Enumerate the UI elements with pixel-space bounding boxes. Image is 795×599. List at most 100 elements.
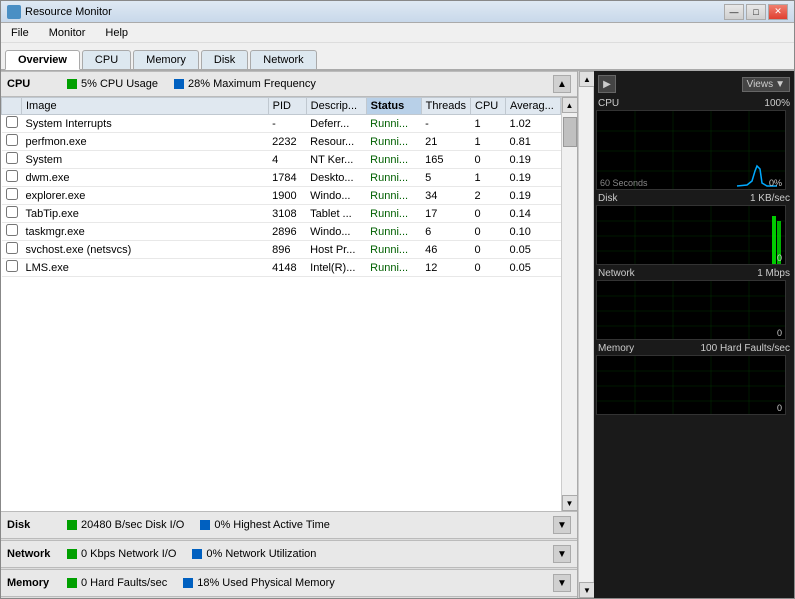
network-stat2-dot — [192, 549, 202, 559]
disk-stat1: 20480 B/sec Disk I/O — [67, 519, 184, 531]
network-expand-button[interactable]: ▼ — [553, 545, 571, 563]
disk-stat1-text: 20480 B/sec Disk I/O — [81, 519, 184, 531]
network-graph-grid — [597, 281, 786, 340]
memory-stat1-dot — [67, 578, 77, 588]
memory-stat1: 0 Hard Faults/sec — [67, 577, 167, 589]
row-checkbox[interactable] — [6, 134, 18, 146]
tab-overview[interactable]: Overview — [5, 50, 80, 70]
cpu-section-title: CPU — [7, 78, 67, 90]
tab-cpu[interactable]: CPU — [82, 50, 131, 69]
memory-stat2-text: 18% Used Physical Memory — [197, 577, 335, 589]
memory-stat1-text: 0 Hard Faults/sec — [81, 577, 167, 589]
tab-disk[interactable]: Disk — [201, 50, 248, 69]
col-pid[interactable]: PID — [268, 98, 306, 115]
disk-graph-grid — [597, 206, 786, 265]
cpu-expand-button[interactable]: ▲ — [553, 75, 571, 93]
cpu-stat1-dot — [67, 79, 77, 89]
tab-memory[interactable]: Memory — [133, 50, 199, 69]
window-title: Resource Monitor — [25, 6, 112, 18]
memory-section-header[interactable]: Memory 0 Hard Faults/sec 18% Used Physic… — [1, 569, 577, 597]
row-checkbox[interactable] — [6, 152, 18, 164]
row-checkbox[interactable] — [6, 116, 18, 128]
col-image[interactable]: Image — [22, 98, 269, 115]
title-bar-left: Resource Monitor — [7, 5, 112, 19]
menubar: File Monitor Help — [1, 23, 794, 43]
scroll-up[interactable]: ▲ — [562, 97, 578, 113]
minimize-button[interactable]: — — [724, 4, 744, 20]
row-checkbox[interactable] — [6, 260, 18, 272]
memory-graph-grid — [597, 356, 786, 415]
cpu-stat2-dot — [174, 79, 184, 89]
network-graph-bottom: 0 — [777, 328, 782, 338]
disk-section-header[interactable]: Disk 20480 B/sec Disk I/O 0% Highest Act… — [1, 511, 577, 539]
cpu-graph-bottom: 0% — [769, 178, 782, 188]
main-scrollbar: ▲ ▼ — [578, 71, 594, 598]
disk-title: Disk — [7, 519, 67, 531]
title-bar: Resource Monitor — □ ✕ — [1, 1, 794, 23]
network-graph-header: Network 1 Mbps — [596, 267, 792, 280]
disk-stat2-dot — [200, 520, 210, 530]
disk-graph-value: 1 KB/sec — [750, 193, 790, 204]
network-graph-label: Network — [598, 268, 635, 279]
cpu-section-header[interactable]: CPU 5% CPU Usage 28% Maximum Frequency ▲ — [1, 71, 577, 97]
scroll-thumb[interactable] — [563, 117, 577, 147]
menu-help[interactable]: Help — [99, 25, 134, 41]
memory-expand-button[interactable]: ▼ — [553, 574, 571, 592]
menu-monitor[interactable]: Monitor — [43, 25, 92, 41]
close-button[interactable]: ✕ — [768, 4, 788, 20]
network-stat1-text: 0 Kbps Network I/O — [81, 548, 176, 560]
cpu-table-wrapper: Image PID Descrip... Status Threads CPU … — [1, 97, 577, 511]
col-check[interactable] — [2, 98, 22, 115]
scroll-down[interactable]: ▼ — [562, 495, 578, 511]
disk-graph-bottom: 0 — [777, 253, 782, 263]
cpu-stat1: 5% CPU Usage — [67, 78, 158, 90]
views-label: Views — [747, 79, 774, 90]
memory-graph: 0 — [596, 355, 786, 415]
col-descrip[interactable]: Descrip... — [306, 98, 366, 115]
memory-stat2: 18% Used Physical Memory — [183, 577, 335, 589]
maximize-button[interactable]: □ — [746, 4, 766, 20]
row-checkbox[interactable] — [6, 206, 18, 218]
main-scroll-down[interactable]: ▼ — [579, 582, 595, 598]
disk-stats: 20480 B/sec Disk I/O 0% Highest Active T… — [67, 519, 553, 531]
network-section-header[interactable]: Network 0 Kbps Network I/O 0% Network Ut… — [1, 540, 577, 568]
table-row: taskmgr.exe2896Windo...Runni...600.10 — [2, 223, 561, 241]
menu-file[interactable]: File — [5, 25, 35, 41]
row-checkbox[interactable] — [6, 188, 18, 200]
main-window: Resource Monitor — □ ✕ File Monitor Help… — [0, 0, 795, 599]
cpu-graph-label: CPU — [598, 98, 619, 109]
panel-expand-button[interactable]: ▶ — [598, 75, 616, 93]
cpu-graph: 60 Seconds 0% — [596, 110, 786, 190]
col-cpu[interactable]: CPU — [471, 98, 506, 115]
table-scrollbar[interactable]: ▲ ▼ — [561, 97, 577, 511]
network-stat1: 0 Kbps Network I/O — [67, 548, 176, 560]
memory-graph-value: 100 Hard Faults/sec — [701, 343, 791, 354]
cpu-graph-time: 60 Seconds — [600, 178, 648, 188]
network-stat2: 0% Network Utilization — [192, 548, 316, 560]
left-panel: CPU 5% CPU Usage 28% Maximum Frequency ▲ — [1, 71, 578, 598]
main-scroll-up[interactable]: ▲ — [579, 71, 595, 87]
main-scroll-track — [579, 87, 593, 582]
network-stat1-dot — [67, 549, 77, 559]
col-average[interactable]: Averag... — [506, 98, 561, 115]
row-checkbox[interactable] — [6, 242, 18, 254]
tab-network[interactable]: Network — [250, 50, 316, 69]
disk-stat1-dot — [67, 520, 77, 530]
disk-stat2-text: 0% Highest Active Time — [214, 519, 330, 531]
cpu-stats: 5% CPU Usage 28% Maximum Frequency — [67, 78, 553, 90]
cpu-stat2-text: 28% Maximum Frequency — [188, 78, 316, 90]
network-section: Network 0 Kbps Network I/O 0% Network Ut… — [1, 540, 577, 569]
row-checkbox[interactable] — [6, 224, 18, 236]
window-controls: — □ ✕ — [724, 4, 788, 20]
col-threads[interactable]: Threads — [421, 98, 470, 115]
disk-expand-button[interactable]: ▼ — [553, 516, 571, 534]
main-content: CPU 5% CPU Usage 28% Maximum Frequency ▲ — [1, 71, 794, 598]
cpu-graph-section: CPU 100% 6 — [596, 97, 792, 190]
row-checkbox[interactable] — [6, 170, 18, 182]
col-status[interactable]: Status — [366, 98, 421, 115]
table-row: perfmon.exe2232Resour...Runni...2110.81 — [2, 133, 561, 151]
views-button[interactable]: Views ▼ — [742, 77, 790, 92]
network-stat2-text: 0% Network Utilization — [206, 548, 316, 560]
table-row: System Interrupts-Deferr...Runni...-11.0… — [2, 115, 561, 133]
disk-section: Disk 20480 B/sec Disk I/O 0% Highest Act… — [1, 511, 577, 540]
